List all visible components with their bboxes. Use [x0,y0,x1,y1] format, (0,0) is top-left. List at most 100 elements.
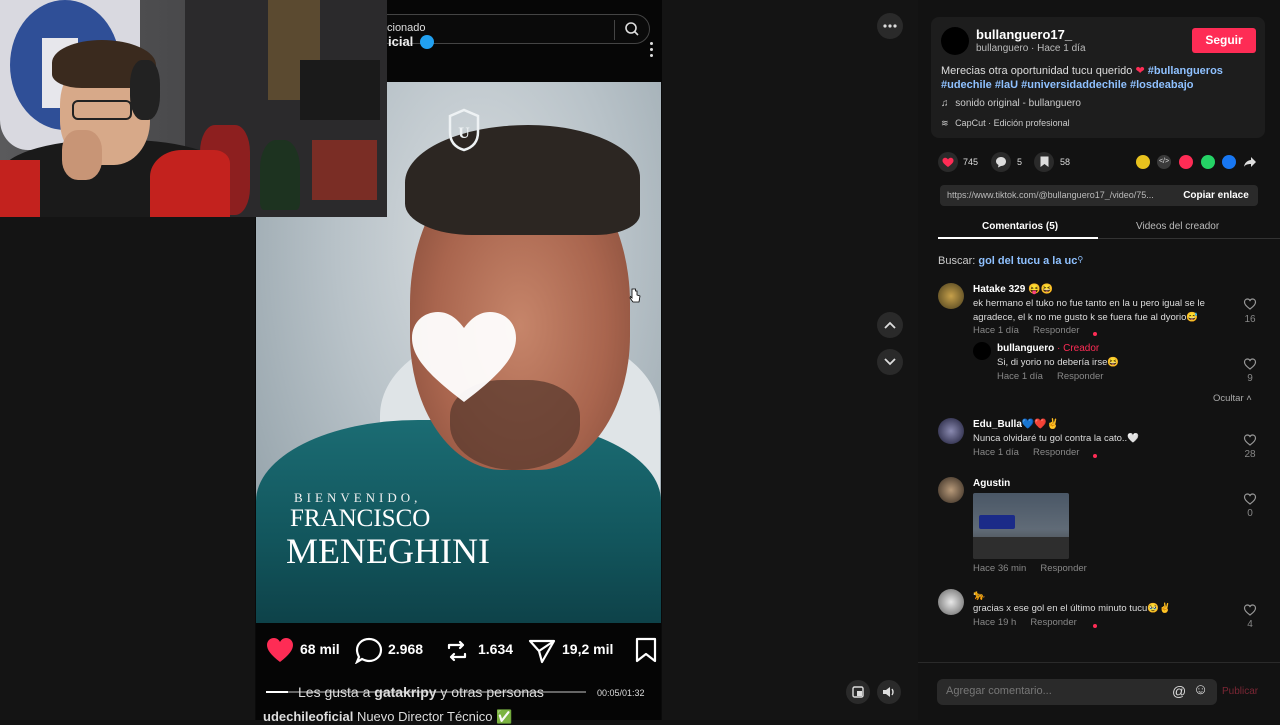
search-small-icon: ⚲ [1077,255,1084,264]
comment-text: Nunca olvidaré tu gol contra la cato..🤍 [973,433,1140,444]
music-row[interactable]: ♫ sonido original - bullanguero [941,98,1081,109]
post-save-button[interactable] [1034,152,1054,172]
creator-liked-dot [1093,332,1097,336]
forward-share-icon[interactable] [1243,156,1257,168]
share-send-icon[interactable] [528,638,556,664]
next-video-button[interactable] [877,349,903,375]
video-account-name[interactable]: icial [388,34,413,49]
comment-bubble-icon[interactable] [355,637,383,664]
repost-icon[interactable] [444,638,470,664]
more-options-button[interactable] [877,13,903,39]
caption-user[interactable]: udechileoficial [263,709,353,724]
comment-author[interactable]: Agustin [973,478,1010,489]
comment-meta: Hace 1 día Responder [973,325,1093,336]
search-icon[interactable] [624,21,640,37]
comment-avatar[interactable] [938,283,964,309]
search-divider [614,20,615,40]
hashtag[interactable]: #universidaddechile [1021,79,1127,91]
comment-input-placeholder: Agregar comentario... [946,685,1052,697]
hashtag[interactable]: #laU [995,79,1018,91]
post-comment-button[interactable] [991,152,1011,172]
author-username[interactable]: bullanguero17_ [976,27,1072,42]
coin-share-icon[interactable] [1136,155,1150,169]
facebook-icon[interactable] [1222,155,1236,169]
comment-time: Hace 36 min [973,563,1027,574]
hashtag[interactable]: #bullangueros [1148,65,1223,77]
floating-player-button[interactable] [846,680,870,704]
creator-liked-dot [1093,624,1097,628]
comment-time: Hace 1 día [973,325,1019,336]
related-search[interactable]: Buscar: gol del tucu a la uc⚲ [938,255,1083,267]
video-caption: udechileoficial Nuevo Director Técnico ✅ [263,709,512,725]
comment-avatar[interactable] [938,589,964,615]
comment-time: Hace 1 día [973,447,1019,458]
reply-button[interactable]: Responder [1040,563,1086,574]
post-comments-count: 5 [1017,157,1023,167]
capcut-icon: ≋ [941,118,949,128]
comment-like-icon[interactable] [1243,298,1257,310]
comment-author[interactable]: Edu_Bulla💙❤️✌️ [973,419,1059,430]
creator-label: · Creador [1057,343,1100,354]
liked-by-user[interactable]: gatakripy [374,684,436,700]
post-likes-count: 745 [963,157,979,167]
bookmark-small-icon [1040,156,1049,167]
floating-player-icon [852,686,864,698]
liked-by-text: Les gusta a gatakripy y otras personas [298,684,544,700]
send-share-icon[interactable] [1179,155,1193,169]
video-search-text: cionado [387,22,426,34]
comment-author[interactable]: Hatake 329 😝😆 [973,284,1053,295]
comment-like-icon[interactable] [1243,493,1257,505]
mention-icon[interactable]: @ [1172,683,1186,699]
comment-like-icon[interactable] [1243,434,1257,446]
publish-button[interactable]: Publicar [1222,686,1258,697]
comment-like-count: 16 [1244,314,1256,325]
hide-replies-button[interactable]: Ocultar ˄ [1213,393,1252,404]
reply-button[interactable]: Responder [1057,371,1103,382]
description-text: Merecias otra oportunidad tucu querido [941,65,1136,77]
follow-button[interactable]: Seguir [1192,28,1256,53]
reply-button[interactable]: Responder [1033,325,1079,336]
liked-by-prefix: Les gusta a [298,684,371,700]
reply-author-name[interactable]: bullanguero [997,343,1054,354]
embed-icon[interactable]: </> [1157,155,1171,169]
emoji-icon[interactable]: ☺ [1193,681,1208,698]
author-avatar[interactable] [941,27,969,55]
copy-link-button[interactable]: Copiar enlace [1174,185,1258,206]
comment-like-icon[interactable] [1243,604,1257,616]
comment-author[interactable]: 🐆 [973,590,985,601]
music-note-icon: ♫ [941,98,949,109]
comment-meta: Hace 1 día Responder [973,447,1093,458]
capcut-badge[interactable]: ≋ CapCut · Edición profesional [941,118,1070,132]
bookmark-icon[interactable] [634,637,658,663]
post-like-button[interactable] [938,152,958,172]
club-crest-icon: U [448,108,480,152]
like-heart-icon[interactable] [266,637,294,663]
whatsapp-icon[interactable] [1201,155,1215,169]
video-shares-count: 19,2 mil [562,641,614,657]
chevron-up-small-icon: ˄ [1246,393,1252,404]
video-likes-count: 68 mil [300,641,340,657]
tab-creator-videos[interactable]: Videos del creador [1136,221,1219,232]
heart-icon [942,157,954,167]
reply-avatar[interactable] [973,342,991,360]
poster-last-name: MENEGHINI [286,531,490,571]
comment-avatar[interactable] [938,477,964,503]
chevron-up-icon [884,321,896,329]
video-comments-count: 2.968 [388,641,424,657]
hashtag[interactable]: #losdeabajo [1130,79,1194,91]
video-time: 00:05/01:32 [597,688,645,698]
comment-avatar[interactable] [938,418,964,444]
reply-button[interactable]: Responder [1033,447,1079,458]
comment-image[interactable] [973,493,1069,559]
related-search-query[interactable]: gol del tucu a la uc [978,255,1077,267]
video-more-icon[interactable] [650,42,656,60]
caption-text: Nuevo Director Técnico ✅ [356,709,513,724]
post-url[interactable]: https://www.tiktok.com/@bullanguero17_/v… [947,190,1169,200]
tab-comments[interactable]: Comentarios (5) [982,221,1058,232]
hashtag[interactable]: #udechile [941,79,992,91]
comment-like-icon[interactable] [1243,358,1257,370]
previous-video-button[interactable] [877,312,903,338]
volume-button[interactable] [877,680,901,704]
hide-replies-label: Ocultar [1213,393,1244,404]
reply-button[interactable]: Responder [1030,617,1076,628]
